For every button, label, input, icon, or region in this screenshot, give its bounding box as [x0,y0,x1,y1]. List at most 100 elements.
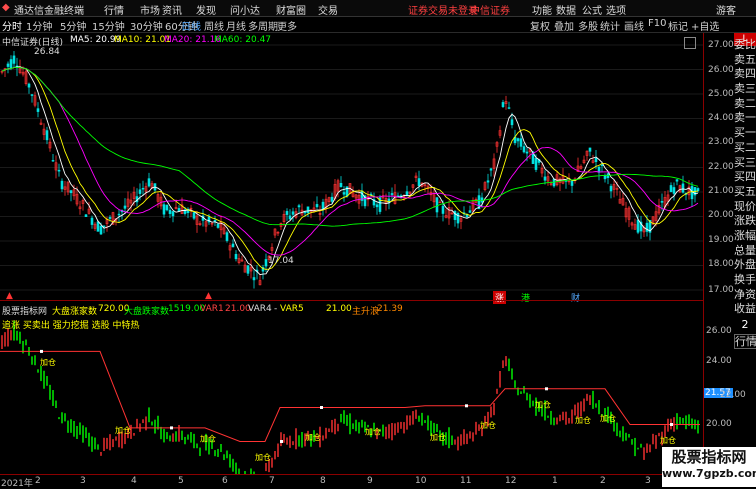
period-multi[interactable]: 多周期 [248,18,278,33]
menu-data[interactable]: 数据 [556,2,576,17]
menu-news[interactable]: 资讯 [162,2,182,17]
candle [549,180,553,187]
side-item-12: 涨跌 [734,214,756,228]
candle [483,181,487,192]
legend-ma10: MA10: 21.01 [114,35,172,45]
side-item-4: 卖二 [734,96,756,110]
login-status[interactable]: 证券交易未登录 [408,2,478,17]
tool-draw[interactable]: 画线 [624,18,644,33]
x-label-12: 12 [505,476,517,486]
menu-trade[interactable]: 交易 [318,2,338,17]
period-1min[interactable]: 1分钟 [26,18,52,33]
tool-overlay[interactable]: 叠加 [554,18,574,33]
candle [564,180,568,189]
ind-main-wave-value: 21.39 [377,304,403,314]
menu-market-quotes[interactable]: 行情 [104,2,124,17]
candle [240,255,244,262]
candle [390,187,394,200]
menu-ask[interactable]: 问小达 [230,2,260,17]
panel-expand-icon[interactable] [684,37,696,49]
candle [165,204,169,212]
side-item-16: 换手 [734,273,756,286]
menu-formula[interactable]: 公式 [582,2,602,17]
add-position-tag: 加仓 [535,400,551,410]
price-chart[interactable] [0,33,703,300]
candle [213,215,217,227]
candle [585,150,589,161]
candle [261,264,265,280]
candle [627,205,631,228]
menu-function[interactable]: 功能 [532,2,552,17]
candle [552,178,556,188]
price-chart-panel[interactable]: 中信证券(日线) MA5: 20.99 MA10: 21.01 MA20: 21… [0,33,703,304]
menu-wealth[interactable]: 财富圈 [276,2,306,17]
candle [603,173,607,183]
candle [147,172,151,188]
candle [414,172,418,182]
candle [639,215,643,239]
period-30min[interactable]: 30分钟 [130,18,163,33]
candle [210,222,214,227]
side-item-0: 委比 [734,38,756,51]
step-marker [280,440,283,443]
candle [60,178,64,193]
candle [291,207,295,222]
period-daily[interactable]: 日线 [181,18,201,33]
candle [270,243,274,256]
tool-multi-stock[interactable]: 多股 [578,18,598,33]
guest-label[interactable]: 游客 [716,2,736,17]
add-position-tag: 加仓 [660,435,676,445]
period-monthly[interactable]: 月线 [226,18,246,33]
period-1min-intraday[interactable]: 分时 [2,18,22,33]
period-5min[interactable]: 5分钟 [60,18,86,33]
candle [621,192,625,206]
candle [672,182,676,201]
menu-discover[interactable]: 发现 [196,2,216,17]
candle [609,183,613,199]
period-more[interactable]: 更多 [277,18,297,33]
side-item-17: 净资 [734,287,756,301]
menu-options[interactable]: 选项 [606,2,626,17]
candle [447,200,451,225]
add-position-tag: 加仓 [430,432,446,442]
legend-ma60: MA60: 20.47 [214,35,272,45]
tool-adjust[interactable]: 复权 [530,18,550,33]
candle [507,101,511,110]
tool-stats[interactable]: 统计 [600,18,620,33]
candle [84,214,88,217]
indicator-panel[interactable]: 加仓 加仓 加仓 加仓 加仓 加仓 加仓 加仓 加仓 加仓 加仓 加仓 股票指标网 大盘涨家数 720… [0,300,733,475]
candle [540,163,544,178]
period-toolbar: 分时 1分钟 5分钟 15分钟 30分钟 60分钟 日线 周线 月线 多周期 更… [0,16,756,33]
tool-f10[interactable]: F10 [648,18,666,29]
candle [279,222,283,231]
x-label-5: 5 [178,476,184,486]
candle [387,191,391,210]
side-item-13: 涨幅 [734,228,756,242]
x-label-3: 3 [80,476,86,486]
indicator-title[interactable]: 股票指标网 [2,304,47,317]
candle [159,191,163,210]
side-tab-2[interactable]: 2 [734,318,756,331]
date-axis: 2021年 2 3 4 5 6 7 8 9 10 11 12 1 2 3 [0,474,703,489]
candle [693,187,697,203]
side-tab-quotes[interactable]: 行情 [734,334,756,349]
price-axis-column [703,33,735,474]
period-weekly[interactable]: 周线 [204,18,224,33]
side-item-1: 卖五 [734,52,756,66]
menu-bar: ◆ 通达信金融终端 行情 市场 资讯 发现 问小达 财富圈 交易 证券交易未登录… [0,0,756,17]
candle [381,189,385,200]
candle [327,196,331,206]
tool-mark[interactable]: 标记 [668,18,688,33]
side-item-7: 买二 [734,140,756,154]
period-15min[interactable]: 15分钟 [92,18,125,33]
candle [63,180,67,196]
tool-add-watchlist[interactable]: +自选 [691,18,719,33]
menu-market[interactable]: 市场 [140,2,160,17]
side-item-14: 总量 [734,243,756,257]
candle [606,172,610,185]
candle [81,198,85,211]
x-label-1: 1 [552,476,558,486]
add-position-tag: 加仓 [200,434,216,444]
candle [78,200,82,215]
candle [126,191,130,211]
